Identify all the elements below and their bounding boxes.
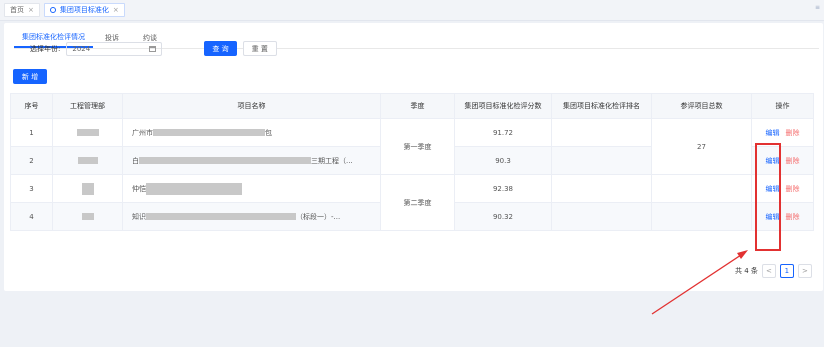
- table-row: 3 仲恺 第二季度 92.38 编辑 删除: [10, 174, 814, 231]
- rank-cell: [551, 146, 652, 175]
- next-page-button[interactable]: >: [797, 264, 812, 278]
- filter-bar: 选择年份: 2024 查 询 重 置: [30, 41, 277, 56]
- reset-button[interactable]: 重 置: [242, 41, 277, 56]
- close-icon[interactable]: ×: [113, 6, 119, 14]
- name-suffix: 三期工程（...: [311, 156, 353, 165]
- redacted-block: [76, 129, 99, 136]
- total-projects-cell: [651, 174, 752, 203]
- tab-home-label: 首页: [10, 6, 24, 14]
- table-row: 1 广州市包 第一季度 91.72 27 编辑 删除: [10, 118, 814, 175]
- project-name: 仲恺: [122, 174, 381, 203]
- redacted-block: [146, 213, 296, 220]
- row-number: 2: [10, 146, 53, 175]
- calendar-icon: [149, 45, 157, 52]
- name-suffix: （标段一）-...: [296, 212, 341, 221]
- total-count: 共 4 条: [735, 267, 758, 275]
- row-number: 4: [10, 202, 53, 231]
- name-prefix: 仲恺: [132, 184, 146, 193]
- page-1-button[interactable]: 1: [779, 264, 794, 278]
- redacted-block: [77, 157, 98, 164]
- col-header: 参评项目总数: [651, 93, 752, 119]
- name-prefix: 知识: [132, 212, 146, 221]
- year-value: 2024: [72, 44, 91, 53]
- rank-cell: [551, 118, 652, 147]
- name-prefix: 白: [132, 156, 139, 165]
- score-cell: 92.38: [454, 174, 552, 203]
- name-suffix: 包: [265, 128, 272, 137]
- table-header-row: 序号 工程管理部 项目名称 季度 集团项目标准化检评分数 集团项目标准化检评排名…: [10, 93, 814, 119]
- project-name: 白 三期工程（...: [122, 146, 381, 175]
- col-header: 工程管理部: [52, 93, 123, 119]
- close-icon[interactable]: ×: [28, 6, 34, 14]
- quarter-cell: 第一季度: [380, 118, 455, 175]
- col-header: 季度: [380, 93, 455, 119]
- delete-link[interactable]: 删除: [786, 213, 800, 221]
- delete-link[interactable]: 删除: [786, 129, 800, 137]
- redacted-block: [139, 157, 311, 164]
- tab-home[interactable]: 首页 ×: [4, 3, 40, 17]
- rank-cell: [551, 202, 652, 231]
- tab-group-standardization-label: 集团项目标准化: [59, 6, 109, 14]
- tab-group-standardization[interactable]: 集团项目标准化 ×: [43, 3, 125, 17]
- inspection-table: 序号 工程管理部 项目名称 季度 集团项目标准化检评分数 集团项目标准化检评排名…: [10, 93, 814, 231]
- delete-link[interactable]: 删除: [786, 185, 800, 193]
- quarter-cell: 第二季度: [380, 174, 455, 231]
- prev-page-button[interactable]: <: [761, 264, 776, 278]
- highlight-box: [755, 143, 781, 251]
- col-header: 序号: [10, 93, 53, 119]
- score-cell: 91.72: [454, 118, 552, 147]
- col-header: 集团项目标准化检评分数: [454, 93, 552, 119]
- redacted-block: [153, 129, 265, 136]
- delete-link[interactable]: 删除: [786, 157, 800, 165]
- year-label: 选择年份:: [30, 44, 61, 53]
- project-name: 知识 （标段一）-...: [122, 202, 381, 231]
- year-picker[interactable]: 2024: [66, 41, 163, 56]
- department-cell: [52, 174, 123, 203]
- department-cell: [52, 146, 123, 175]
- col-header: 操作: [751, 93, 814, 119]
- score-cell: 90.32: [454, 202, 552, 231]
- department-cell: [52, 202, 123, 231]
- query-button[interactable]: 查 询: [204, 41, 237, 56]
- redacted-block: [81, 182, 94, 195]
- redacted-block: [81, 213, 94, 220]
- department-cell: [52, 118, 123, 147]
- redacted-block: [146, 182, 242, 195]
- total-projects-cell: 27: [651, 118, 752, 175]
- add-button[interactable]: 新 增: [13, 69, 47, 84]
- rank-cell: [551, 174, 652, 203]
- more-icon[interactable]: ≡: [815, 4, 820, 11]
- window-tab-strip: 首页 × 集团项目标准化 × ≡: [0, 0, 824, 21]
- name-prefix: 广州市: [132, 128, 153, 137]
- row-number: 3: [10, 174, 53, 203]
- refresh-icon: [49, 7, 56, 13]
- col-header: 项目名称: [122, 93, 381, 119]
- total-projects-cell: [651, 202, 752, 231]
- score-cell: 90.3: [454, 146, 552, 175]
- project-name: 广州市 包: [122, 118, 381, 147]
- edit-link[interactable]: 编辑: [766, 129, 780, 137]
- pagination: 共 4 条 < 1 >: [735, 264, 812, 278]
- row-number: 1: [10, 118, 53, 147]
- col-header: 集团项目标准化检评排名: [551, 93, 652, 119]
